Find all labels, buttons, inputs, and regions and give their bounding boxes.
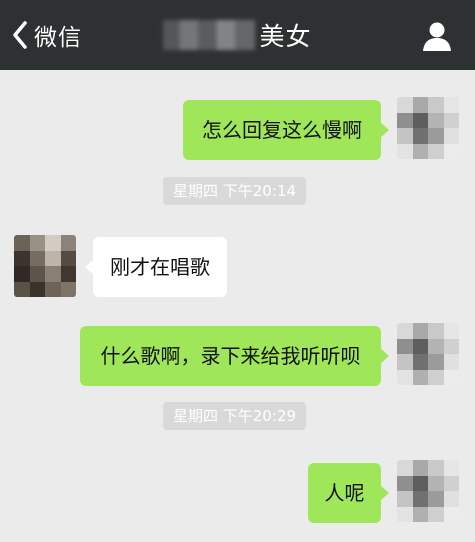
message-text: 什么歌啊，录下来给我听听呗 (100, 344, 361, 368)
avatar-self[interactable] (397, 323, 459, 385)
message-text: 人呢 (324, 481, 365, 505)
avatar-contact[interactable] (14, 235, 76, 297)
chat-info-button[interactable] (421, 20, 453, 52)
chat-title-text: 美女 (259, 22, 312, 51)
message-bubble-sent[interactable]: 什么歌啊，录下来给我听听呗 (80, 326, 389, 386)
message-bubble-sent[interactable]: 人呢 (308, 463, 389, 523)
navigation-bar: 微信 美女 (0, 0, 475, 70)
avatar-self[interactable] (397, 460, 459, 522)
person-icon (421, 22, 453, 56)
message-bubble-sent[interactable]: 怎么回复这么慢啊 (183, 100, 389, 160)
message-text: 刚才在唱歌 (110, 255, 210, 279)
timestamp: 星期四 下午20:29 (163, 402, 306, 430)
avatar-self[interactable] (397, 97, 459, 159)
blurred-name (163, 20, 256, 50)
timestamp: 星期四 下午20:14 (163, 177, 306, 205)
message-bubble-received[interactable]: 刚才在唱歌 (85, 237, 227, 297)
chat-title: 美女 (0, 17, 475, 53)
message-text: 怎么回复这么慢啊 (202, 118, 362, 142)
